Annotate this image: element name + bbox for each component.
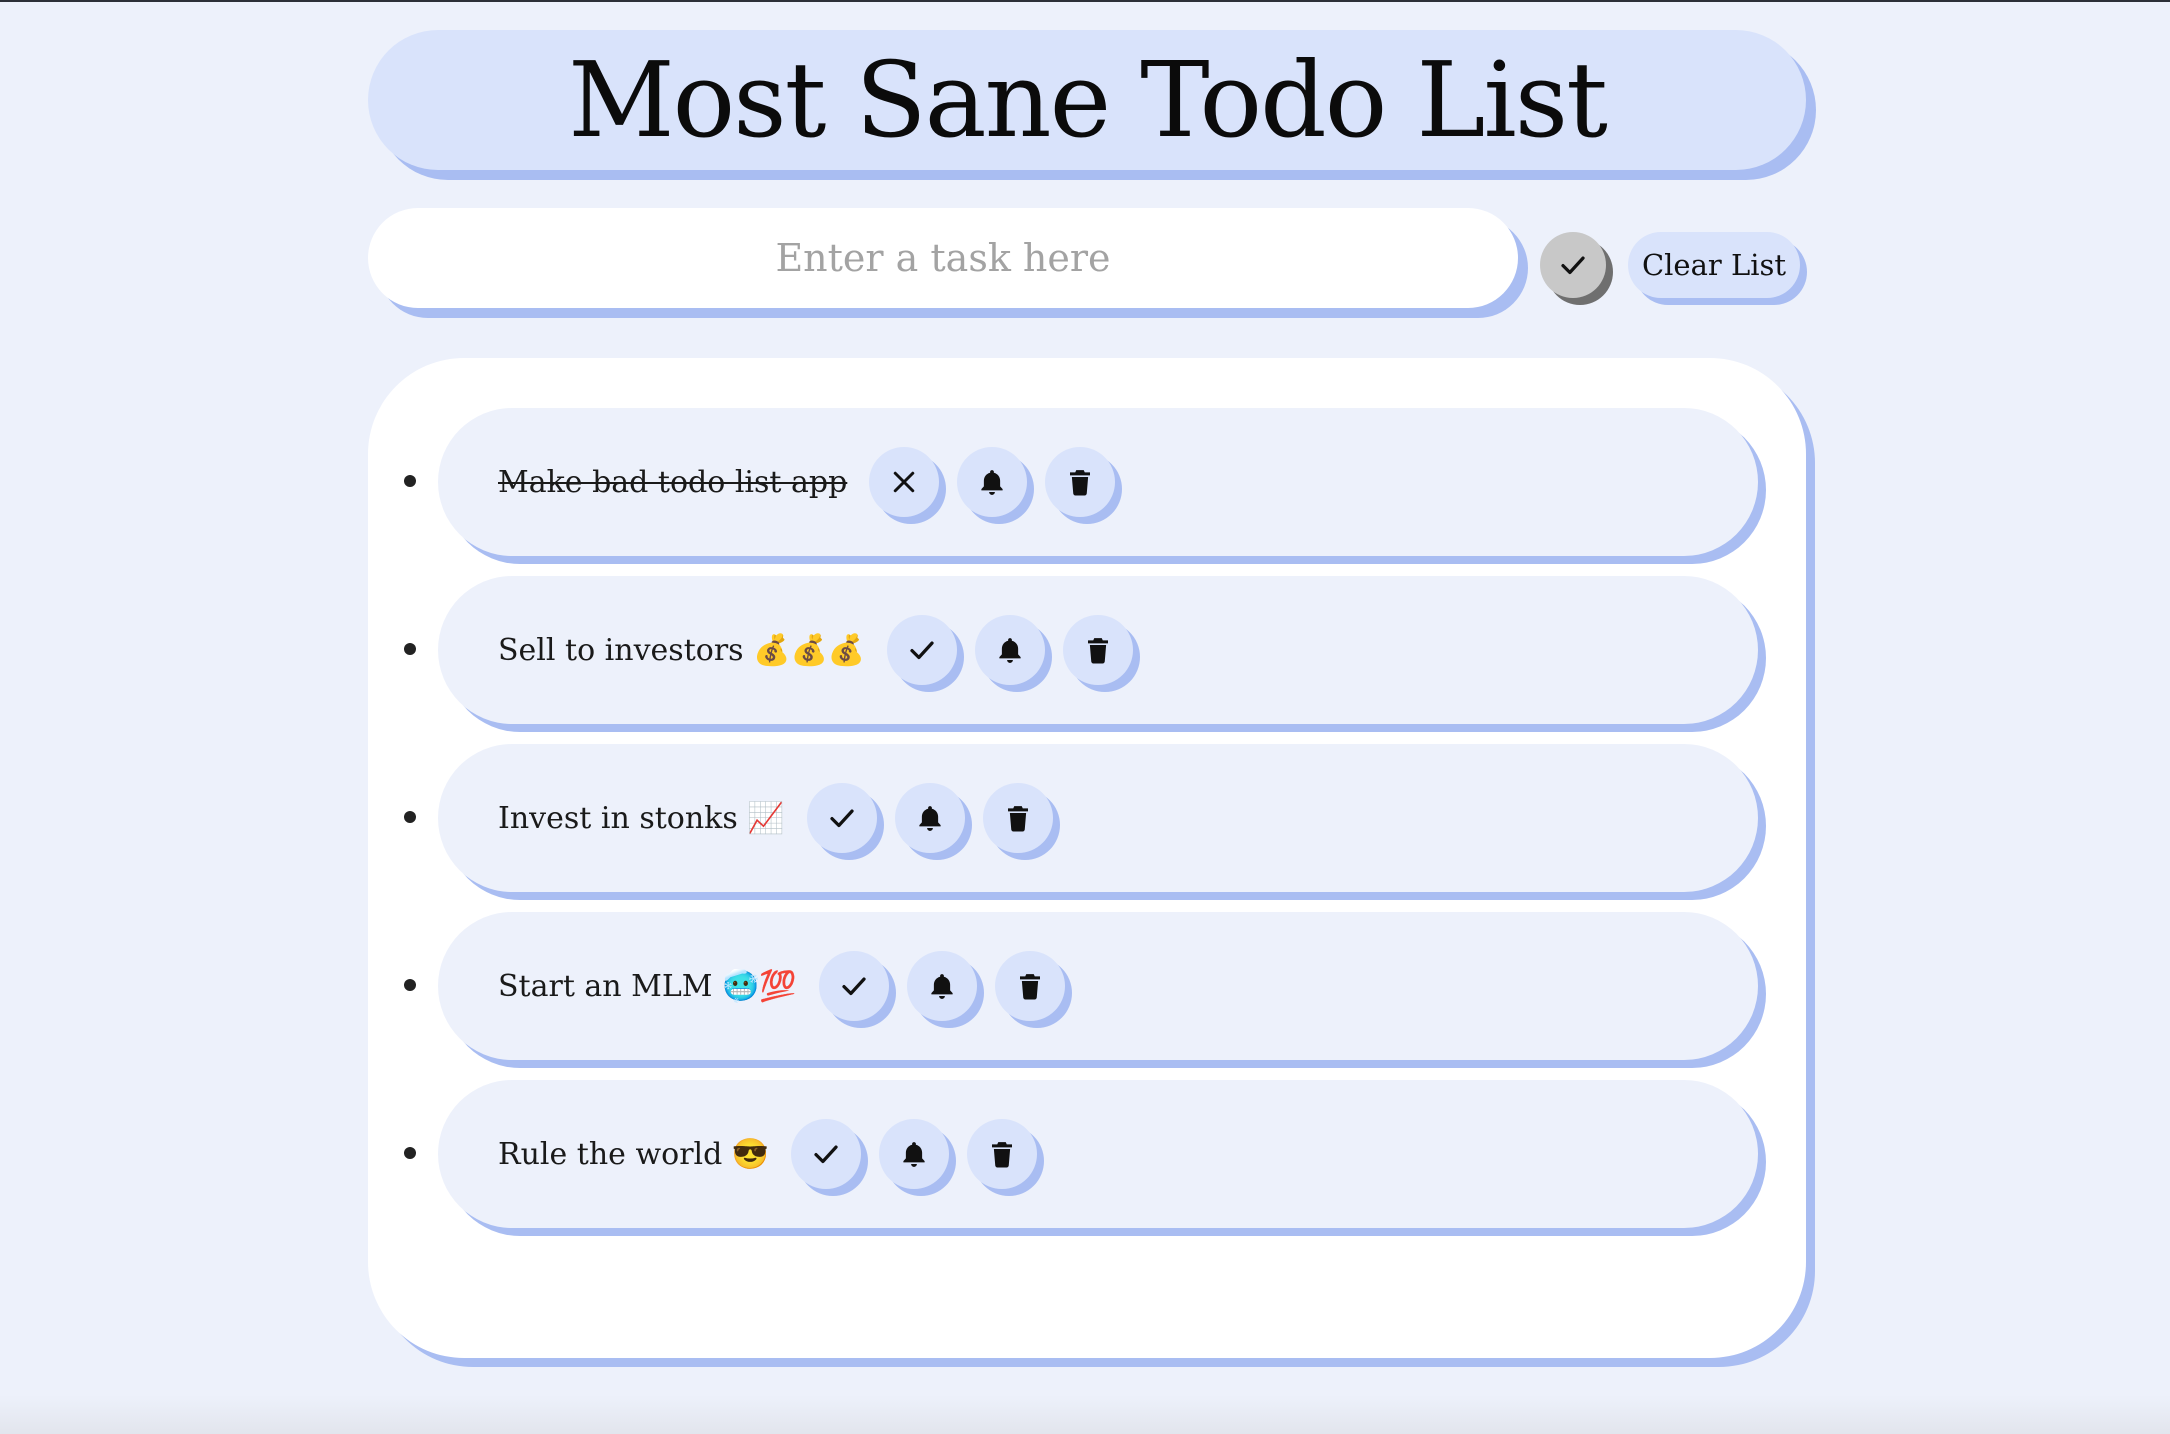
delete-task-button[interactable] bbox=[982, 783, 1053, 853]
task-card: Sell to investors 💰💰💰 bbox=[438, 576, 1758, 724]
page-title: Most Sane Todo List bbox=[568, 39, 1608, 161]
task-item: Sell to investors 💰💰💰 bbox=[404, 576, 1758, 724]
reminder-button[interactable] bbox=[957, 447, 1028, 517]
reminder-button[interactable] bbox=[906, 951, 977, 1021]
trash-icon bbox=[1088, 638, 1109, 664]
trash-icon bbox=[1007, 806, 1028, 832]
list-bullet bbox=[404, 475, 416, 487]
trash-icon bbox=[992, 1142, 1013, 1168]
list-bullet bbox=[404, 643, 416, 655]
list-bullet bbox=[404, 811, 416, 823]
task-text: Make bad todo list app bbox=[498, 464, 848, 500]
delete-task-button[interactable] bbox=[967, 1119, 1038, 1189]
trash-icon bbox=[1070, 470, 1091, 496]
task-text: Start an MLM 🥶💯 bbox=[498, 968, 797, 1004]
task-item: Invest in stonks 📈 bbox=[404, 744, 1758, 892]
task-item: Rule the world 😎 bbox=[404, 1080, 1758, 1228]
check-icon bbox=[830, 809, 854, 828]
complete-task-button[interactable] bbox=[791, 1119, 862, 1189]
complete-task-button[interactable] bbox=[806, 783, 877, 853]
bell-icon bbox=[999, 638, 1021, 663]
delete-task-button[interactable] bbox=[1063, 615, 1134, 685]
task-entry-row: Clear List bbox=[368, 208, 1814, 312]
bell-icon bbox=[903, 1142, 925, 1167]
delete-task-button[interactable] bbox=[1045, 447, 1116, 517]
bell-icon bbox=[931, 974, 953, 999]
reminder-button[interactable] bbox=[975, 615, 1046, 685]
task-item: Start an MLM 🥶💯 bbox=[404, 912, 1758, 1060]
task-card: Rule the world 😎 bbox=[438, 1080, 1758, 1228]
list-bullet bbox=[404, 979, 416, 991]
bell-icon bbox=[919, 806, 941, 831]
task-item: Make bad todo list app bbox=[404, 408, 1758, 556]
task-text: Rule the world 😎 bbox=[498, 1136, 770, 1172]
check-icon bbox=[1561, 256, 1585, 275]
trash-icon bbox=[1019, 974, 1040, 1000]
list-bullet bbox=[404, 1147, 416, 1159]
check-icon bbox=[910, 641, 934, 660]
complete-task-button[interactable] bbox=[818, 951, 889, 1021]
reminder-button[interactable] bbox=[879, 1119, 950, 1189]
complete-task-button[interactable] bbox=[887, 615, 958, 685]
window-top-border bbox=[0, 0, 2170, 2]
task-card: Invest in stonks 📈 bbox=[438, 744, 1758, 892]
bell-icon bbox=[981, 470, 1003, 495]
task-list-panel: Make bad todo list app Sell to investors… bbox=[368, 358, 1806, 1358]
check-icon bbox=[814, 1145, 838, 1164]
reminder-button[interactable] bbox=[894, 783, 965, 853]
title-banner: Most Sane Todo List bbox=[368, 30, 1806, 170]
uncomplete-task-button[interactable] bbox=[869, 447, 940, 517]
add-task-button[interactable] bbox=[1540, 232, 1606, 298]
task-input[interactable] bbox=[368, 208, 1518, 308]
task-text: Sell to investors 💰💰💰 bbox=[498, 632, 866, 668]
task-card: Make bad todo list app bbox=[438, 408, 1758, 556]
task-text: Invest in stonks 📈 bbox=[498, 800, 785, 836]
clear-list-button[interactable]: Clear List bbox=[1628, 232, 1800, 298]
check-icon bbox=[842, 977, 866, 996]
x-icon bbox=[894, 471, 915, 493]
task-card: Start an MLM 🥶💯 bbox=[438, 912, 1758, 1060]
delete-task-button[interactable] bbox=[994, 951, 1065, 1021]
